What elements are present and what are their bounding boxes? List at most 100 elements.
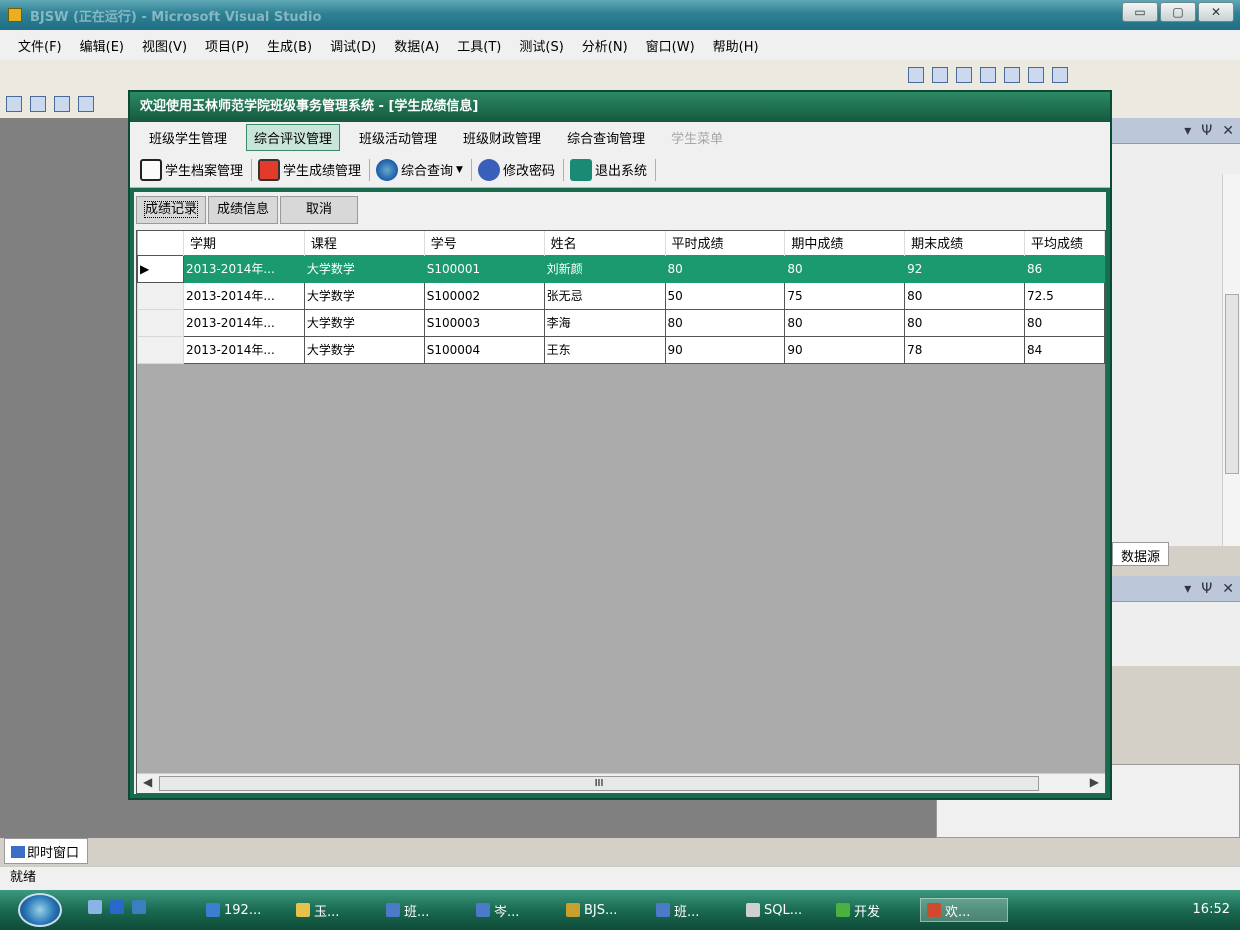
outlook-icon[interactable] (132, 900, 146, 914)
cell-student-id[interactable]: S100003 (423, 308, 545, 337)
scroll-thumb[interactable] (1225, 294, 1239, 474)
cell-regular-score[interactable]: 90 (664, 335, 786, 364)
table-row[interactable]: 2013-2014年... 大学数学 S100003 李海 80 80 80 8… (137, 308, 1105, 337)
taskbar-item[interactable]: 开发 (830, 898, 918, 922)
cell-final-score[interactable]: 80 (904, 281, 1025, 310)
cell-regular-score[interactable]: 80 (664, 308, 786, 337)
cell-final-score[interactable]: 78 (904, 335, 1025, 364)
taskbar-item[interactable]: SQL... (740, 898, 828, 922)
menu-view[interactable]: 视图(V) (142, 36, 187, 55)
immediate-window-tab[interactable]: 即时窗口 (4, 838, 89, 864)
taskbar-item[interactable]: 玉... (290, 898, 378, 922)
col-regular-score[interactable]: 平时成绩 (665, 231, 786, 255)
menu-file[interactable]: 文件(F) (18, 36, 62, 55)
cell-average-score[interactable]: 72.5 (1024, 281, 1105, 310)
menu-build[interactable]: 生成(B) (267, 36, 312, 55)
cell-name[interactable]: 王东 (543, 335, 666, 364)
menu-activities[interactable]: 班级活动管理 (352, 125, 444, 150)
menu-finance[interactable]: 班级财政管理 (456, 125, 548, 150)
col-name[interactable]: 姓名 (544, 231, 666, 255)
toolbar-icon-6[interactable] (1028, 67, 1044, 83)
right-panel-scrollbar[interactable] (1222, 174, 1240, 546)
table-row[interactable]: 2013-2014年... 大学数学 S100002 张无忌 50 75 80 … (137, 281, 1105, 310)
menu-help[interactable]: 帮助(H) (713, 36, 759, 55)
pin-icon[interactable]: Ψ (1201, 581, 1212, 597)
open-folder-icon[interactable] (54, 96, 70, 112)
toolbar-icon-c[interactable] (78, 96, 94, 112)
pin-icon[interactable]: Ψ (1201, 123, 1212, 139)
toolbar-icon-b[interactable] (30, 96, 46, 112)
cell-term[interactable]: 2013-2014年... (182, 281, 305, 310)
scroll-thumb[interactable]: III (159, 776, 1039, 791)
cell-term[interactable]: 2013-2014年... (182, 308, 305, 337)
ie-icon[interactable] (88, 900, 102, 914)
change-password-button[interactable]: 修改密码 (477, 158, 564, 181)
col-midterm-score[interactable]: 期中成绩 (784, 231, 906, 255)
menu-edit[interactable]: 编辑(E) (80, 36, 124, 55)
cell-term[interactable]: 2013-2014年... (182, 254, 305, 283)
row-header[interactable] (137, 281, 184, 310)
scroll-right-icon[interactable]: ▶ (1090, 775, 1099, 789)
cell-midterm-score[interactable]: 80 (784, 254, 906, 283)
clock[interactable]: 16:52 (1193, 902, 1230, 917)
cell-midterm-score[interactable]: 75 (784, 281, 906, 310)
data-source-tab[interactable]: 数据源 (1112, 542, 1170, 566)
cell-average-score[interactable]: 86 (1024, 254, 1105, 283)
taskbar-item[interactable]: 192... (200, 898, 288, 922)
toolbar-icon-7[interactable] (1052, 67, 1068, 83)
grade-info-button[interactable]: 成绩信息 (208, 196, 279, 224)
student-records-button[interactable]: 学生档案管理 (140, 158, 253, 181)
toolbar-icon-a[interactable] (6, 96, 22, 112)
close-panel-icon[interactable]: ✕ (1222, 123, 1234, 139)
cell-midterm-score[interactable]: 90 (784, 335, 906, 364)
row-header[interactable] (137, 335, 184, 364)
restore-button[interactable]: ▢ (1160, 2, 1196, 22)
table-row[interactable]: 2013-2014年... 大学数学 S100004 王东 90 90 78 8… (137, 335, 1105, 364)
horizontal-scrollbar[interactable]: ◀ III ▶ (137, 773, 1105, 793)
cell-term[interactable]: 2013-2014年... (182, 335, 305, 364)
col-student-id[interactable]: 学号 (424, 231, 545, 255)
cancel-button[interactable]: 取消 (280, 196, 359, 224)
menu-tools[interactable]: 工具(T) (457, 36, 501, 55)
cell-course[interactable]: 大学数学 (303, 335, 425, 364)
menu-class-students[interactable]: 班级学生管理 (142, 125, 234, 150)
cell-average-score[interactable]: 84 (1024, 335, 1105, 364)
cell-course[interactable]: 大学数学 (303, 281, 425, 310)
menu-evaluation[interactable]: 综合评议管理 (246, 123, 341, 151)
cell-average-score[interactable]: 80 (1024, 308, 1105, 337)
desktop-icon[interactable] (110, 900, 124, 914)
scroll-left-icon[interactable]: ◀ (143, 775, 152, 789)
toolbar-icon-1[interactable] (908, 67, 924, 83)
query-button[interactable]: 综合查询 ▼ (376, 158, 472, 181)
col-course[interactable]: 课程 (304, 231, 425, 255)
menu-test[interactable]: 测试(S) (519, 36, 563, 55)
cell-name[interactable]: 刘新颜 (543, 254, 666, 283)
cell-student-id[interactable]: S100001 (423, 254, 545, 283)
menu-debug[interactable]: 调试(D) (330, 36, 376, 55)
col-final-score[interactable]: 期末成绩 (904, 231, 1025, 255)
row-indicator-icon[interactable]: ▶ (137, 254, 184, 283)
exit-system-button[interactable]: 退出系统 (569, 158, 656, 181)
grade-records-button[interactable]: 成绩记录 (136, 196, 207, 224)
taskbar-item[interactable]: 欢... (920, 898, 1008, 922)
cell-midterm-score[interactable]: 80 (784, 308, 906, 337)
col-average-score[interactable]: 平均成绩 (1024, 231, 1105, 255)
cell-name[interactable]: 张无忌 (543, 281, 666, 310)
menu-data[interactable]: 数据(A) (394, 36, 439, 55)
cell-student-id[interactable]: S100002 (423, 281, 545, 310)
taskbar-item[interactable]: 班... (650, 898, 738, 922)
cell-regular-score[interactable]: 50 (664, 281, 786, 310)
cell-final-score[interactable]: 80 (904, 308, 1025, 337)
table-row[interactable]: ▶ 2013-2014年... 大学数学 S100001 刘新颜 80 80 9… (137, 254, 1105, 283)
grades-grid[interactable]: 学期 课程 学号 姓名 平时成绩 期中成绩 期末成绩 平均成绩 ▶ 2013-2… (136, 230, 1106, 794)
start-button[interactable] (18, 893, 62, 927)
row-header[interactable] (137, 308, 184, 337)
menu-analyze[interactable]: 分析(N) (582, 36, 628, 55)
chevron-down-icon[interactable]: ▼ (456, 165, 463, 175)
cell-name[interactable]: 李海 (543, 308, 666, 337)
grade-management-button[interactable]: 学生成绩管理 (258, 158, 371, 181)
minimize-button[interactable]: ▭ (1122, 2, 1158, 22)
toolbar-icon-3[interactable] (956, 67, 972, 83)
taskbar-item[interactable]: 班... (380, 898, 468, 922)
close-button[interactable]: ✕ (1198, 2, 1234, 22)
